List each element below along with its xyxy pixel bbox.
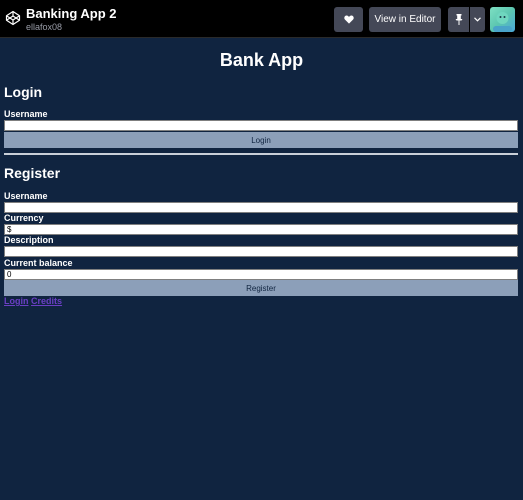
register-username-input[interactable] xyxy=(4,202,518,213)
currency-input[interactable] xyxy=(4,224,518,235)
login-button[interactable]: Login xyxy=(4,132,518,148)
pen-author[interactable]: ellafox08 xyxy=(26,22,62,32)
login-username-label: Username xyxy=(4,109,48,119)
page-title: Bank App xyxy=(219,50,304,70)
login-username-input[interactable] xyxy=(4,120,518,131)
avatar-image xyxy=(493,12,512,32)
login-link[interactable]: Login xyxy=(4,296,29,306)
chevron-down-icon xyxy=(474,17,481,22)
description-input[interactable] xyxy=(4,246,518,257)
register-button[interactable]: Register xyxy=(4,280,518,296)
pin-options-button[interactable] xyxy=(470,7,485,32)
nav-links: Login Credits xyxy=(4,296,62,306)
codepen-logo-icon[interactable] xyxy=(5,10,21,26)
register-heading: Register xyxy=(4,165,61,181)
login-heading: Login xyxy=(4,84,43,100)
balance-input[interactable] xyxy=(4,269,518,280)
user-avatar[interactable] xyxy=(490,7,515,32)
app-preview: Bank App Login Username Login Register U… xyxy=(0,38,523,500)
heart-icon xyxy=(343,15,354,24)
pin-icon xyxy=(455,14,462,25)
register-username-label: Username xyxy=(4,191,48,201)
pin-button[interactable] xyxy=(448,7,469,32)
view-in-editor-button[interactable]: View in Editor xyxy=(369,7,441,32)
currency-label: Currency xyxy=(4,213,44,223)
heart-button[interactable] xyxy=(334,7,363,32)
credits-link[interactable]: Credits xyxy=(31,296,62,306)
codepen-header: Banking App 2 ellafox08 View in Editor xyxy=(0,0,523,38)
balance-label: Current balance xyxy=(4,258,73,268)
section-divider xyxy=(4,153,518,155)
description-label: Description xyxy=(4,235,54,245)
pen-title[interactable]: Banking App 2 xyxy=(26,6,117,21)
